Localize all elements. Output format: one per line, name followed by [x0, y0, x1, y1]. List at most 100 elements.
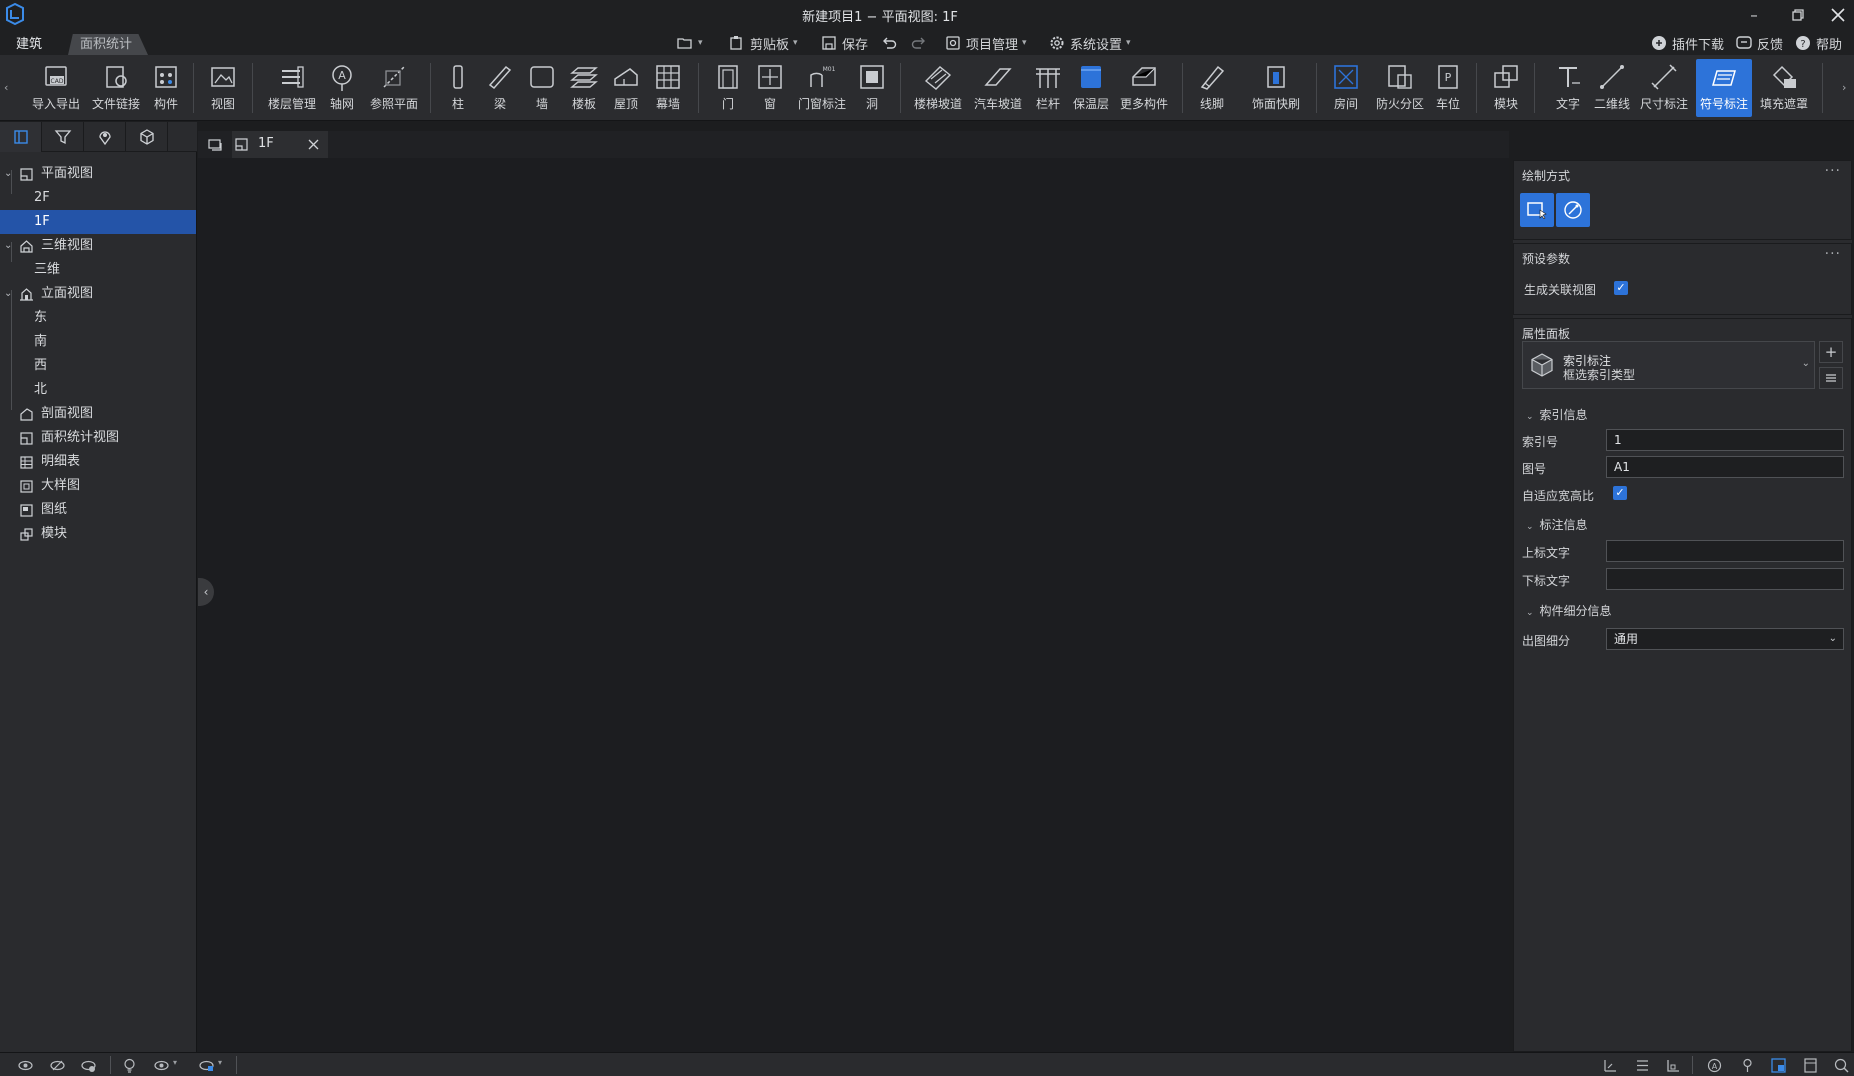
eye-icon[interactable] [153, 1057, 170, 1074]
text-button[interactable]: 文字 [1546, 59, 1590, 117]
gen-view-checkbox[interactable]: ✓ [1614, 281, 1628, 295]
pin-icon[interactable] [1739, 1057, 1756, 1074]
tree-node-area-view[interactable]: 面积统计视图 [0, 426, 196, 450]
selection-mode-icon[interactable] [1770, 1057, 1787, 1074]
group-index-info[interactable]: ⌄ 索引信息 [1526, 406, 1588, 423]
browser-filter-button[interactable] [42, 122, 84, 152]
opening-button[interactable]: 洞 [854, 59, 890, 117]
tree-node-detail[interactable]: 大样图 [0, 474, 196, 498]
group-annotation-info[interactable]: ⌄ 标注信息 [1526, 516, 1588, 533]
layer-list-icon[interactable] [1634, 1057, 1651, 1074]
import-export-button[interactable]: CAD 导入导出 [28, 59, 84, 117]
tree-item-1f[interactable]: 1F [0, 210, 196, 234]
undo-button[interactable] [880, 33, 898, 53]
upper-text-input[interactable] [1606, 540, 1844, 562]
output-detail-select[interactable]: 通用 ⌄ [1606, 628, 1844, 650]
rectangle-draw-mode-button[interactable] [1520, 193, 1554, 227]
railing-button[interactable]: 栏杆 [1030, 59, 1066, 117]
insulation-button[interactable]: 保温层 [1070, 59, 1112, 117]
tree-item-east[interactable]: 东 [0, 306, 196, 330]
add-type-button[interactable]: + [1819, 341, 1843, 363]
light-bulb-icon[interactable] [121, 1057, 138, 1074]
tree-node-sheet[interactable]: 图纸 [0, 498, 196, 522]
restore-button[interactable] [1778, 0, 1818, 30]
view-button[interactable]: 视图 [203, 59, 243, 117]
beam-button[interactable]: 梁 [482, 59, 518, 117]
room-button[interactable]: 房间 [1326, 59, 1366, 117]
ortho-icon[interactable] [1665, 1057, 1682, 1074]
module-button[interactable]: 模块 [1488, 59, 1524, 117]
tree-node-plan-view[interactable]: ⌄ 平面视图 [0, 162, 196, 186]
group-component-detail[interactable]: ⌄ 构件细分信息 [1526, 602, 1612, 619]
door-window-tag-button[interactable]: M01 门窗标注 [794, 59, 850, 117]
browser-view-tab[interactable] [0, 122, 42, 152]
browser-3d-button[interactable] [126, 122, 168, 152]
tab-area-statistics[interactable]: 面积统计 [68, 34, 149, 55]
open-button[interactable]: ▾ [676, 33, 703, 53]
wall-button[interactable]: 墙 [524, 59, 560, 117]
roof-button[interactable]: 屋顶 [608, 59, 644, 117]
finish-brush-button[interactable]: 饰面快刷 [1248, 59, 1304, 117]
visibility-icon[interactable] [17, 1057, 34, 1074]
slab-button[interactable]: 楼板 [566, 59, 602, 117]
tree-node-schedule[interactable]: 明细表 [0, 450, 196, 474]
fire-zone-button[interactable]: 防火分区 [1372, 59, 1428, 117]
more-components-button[interactable]: 更多构件 [1116, 59, 1172, 117]
more-options-icon[interactable]: ··· [1825, 246, 1841, 262]
component-button[interactable]: 构件 [146, 59, 186, 117]
tree-item-south[interactable]: 南 [0, 330, 196, 354]
system-settings-button[interactable]: 系统设置 ▾ [1048, 33, 1131, 53]
reference-plane-button[interactable]: 参照平面 [366, 59, 422, 117]
symbol-annotation-button[interactable]: 符号标注 [1696, 59, 1752, 117]
tree-item-west[interactable]: 西 [0, 354, 196, 378]
column-button[interactable]: 柱 [440, 59, 476, 117]
curtain-wall-button[interactable]: 幕墙 [650, 59, 686, 117]
ribbon-scroll-left-icon[interactable]: ‹ [4, 81, 8, 94]
axis-snap-icon[interactable] [1602, 1057, 1619, 1074]
document-tab-1f[interactable]: 1F [232, 131, 328, 158]
adaptive-ratio-checkbox[interactable]: ✓ [1613, 486, 1627, 500]
sheet-no-input[interactable]: A1 [1606, 456, 1844, 478]
close-tab-icon[interactable] [308, 139, 319, 150]
minimize-button[interactable]: – [1734, 0, 1774, 30]
tree-node-section-view[interactable]: 剖面视图 [0, 402, 196, 426]
grid-button[interactable]: A 轴网 [322, 59, 362, 117]
index-no-input[interactable]: 1 [1606, 429, 1844, 451]
line-2d-button[interactable]: 二维线 [1590, 59, 1634, 117]
stair-ramp-button[interactable]: 楼梯坡道 [910, 59, 966, 117]
tab-list-icon[interactable] [208, 138, 222, 152]
clipboard-button[interactable]: 剪贴板 ▾ [728, 33, 798, 53]
type-selector[interactable]: 索引标注 框选索引类型 ⌄ [1522, 341, 1815, 389]
display-style-icon[interactable] [198, 1057, 215, 1074]
help-button[interactable]: ? 帮助 [1794, 33, 1842, 53]
tree-node-elevation-view[interactable]: ⌄ 立面视图 [0, 282, 196, 306]
dimension-button[interactable]: 尺寸标注 [1636, 59, 1692, 117]
page-icon[interactable] [1802, 1057, 1819, 1074]
window-button[interactable]: 窗 [752, 59, 788, 117]
door-button[interactable]: 门 [710, 59, 746, 117]
save-button[interactable]: 保存 [820, 33, 868, 53]
browser-location-button[interactable] [84, 122, 126, 152]
lower-text-input[interactable] [1606, 568, 1844, 590]
tab-architecture[interactable]: 建筑 [4, 34, 54, 55]
edit-type-button[interactable] [1819, 367, 1843, 389]
molding-button[interactable]: 线脚 [1192, 59, 1232, 117]
circle-draw-mode-button[interactable] [1556, 193, 1590, 227]
zoom-icon[interactable] [1833, 1057, 1850, 1074]
tree-item-3d[interactable]: 三维 [0, 258, 196, 282]
redo-button[interactable] [910, 33, 928, 53]
hide-icon[interactable] [80, 1057, 97, 1074]
more-options-icon[interactable]: ··· [1825, 163, 1841, 179]
tree-node-3d-view[interactable]: ⌄ 三维视图 [0, 234, 196, 258]
feedback-button[interactable]: 反馈 [1735, 33, 1783, 53]
plugin-download-button[interactable]: 插件下载 [1650, 33, 1724, 53]
car-ramp-button[interactable]: 汽车坡道 [970, 59, 1026, 117]
project-manage-button[interactable]: 项目管理 ▾ [944, 33, 1027, 53]
tree-item-north[interactable]: 北 [0, 378, 196, 402]
ribbon-scroll-right-icon[interactable]: › [1842, 81, 1846, 94]
floor-manage-button[interactable]: 楼层管理 [264, 59, 320, 117]
close-button[interactable] [1818, 0, 1854, 30]
tree-item-2f[interactable]: 2F [0, 186, 196, 210]
isolate-icon[interactable] [49, 1057, 66, 1074]
file-link-button[interactable]: 文件链接 [88, 59, 144, 117]
